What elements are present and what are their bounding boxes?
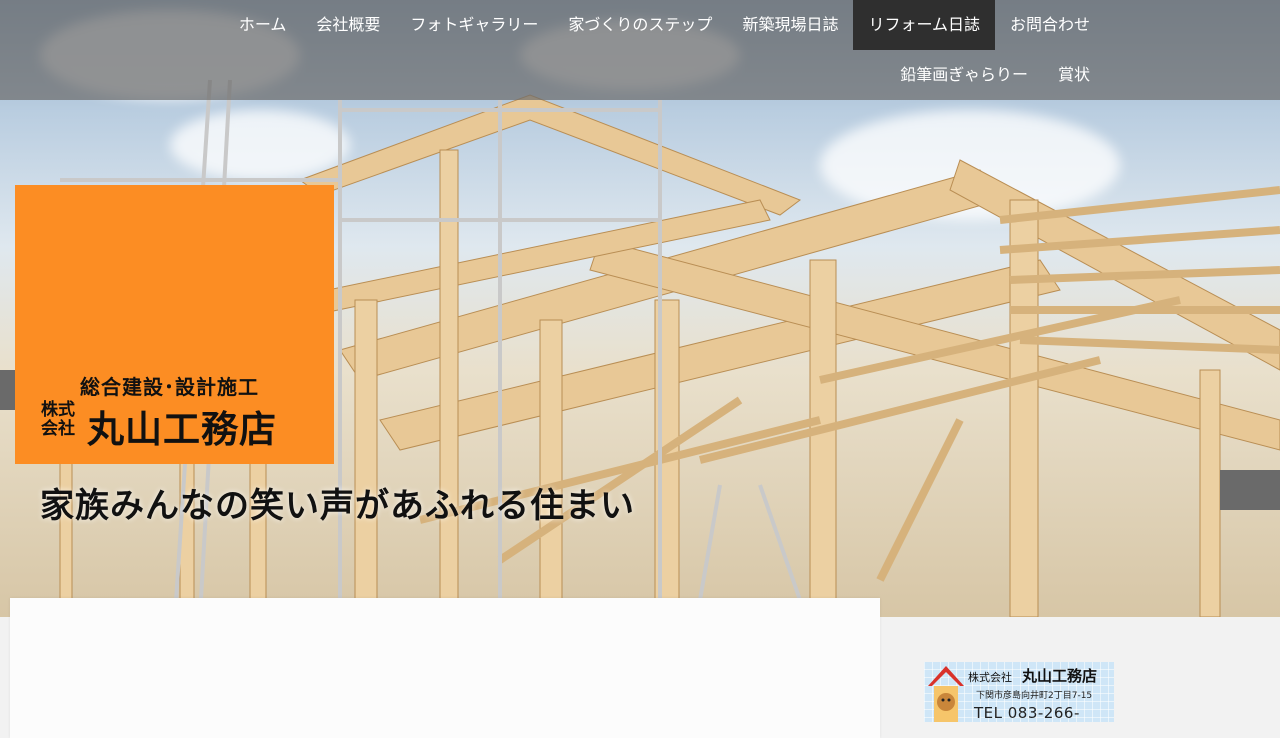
- logo-kabushiki: 株式会社: [41, 400, 75, 439]
- banner-kabushiki: 株式会社: [968, 671, 1012, 684]
- company-logo[interactable]: 総合建設･設計施工 株式会社 丸山工務店: [15, 185, 334, 464]
- main-nav: ホーム 会社概要 フォトギャラリー 家づくりのステップ 新築現場日誌 リフォーム…: [0, 0, 1280, 100]
- banner-tel: TEL 083-266-1587: [974, 704, 1080, 722]
- nav-item-pencil-gallery[interactable]: 鉛筆画ぎゃらりー: [885, 50, 1043, 100]
- nav-item-reform-diary[interactable]: リフォーム日誌: [853, 0, 995, 50]
- nav-row-2: 鉛筆画ぎゃらりー 賞状: [885, 50, 1105, 100]
- company-contact-banner[interactable]: 株式会社 丸山工務店 下関市彦島向井町2丁目7-15 TEL 083-266-1…: [924, 662, 1114, 722]
- nav-item-new-build-diary[interactable]: 新築現場日誌: [727, 0, 853, 50]
- hero-tagline: 家族みんなの笑い声があふれる住まい: [40, 486, 635, 526]
- nav-item-company[interactable]: 会社概要: [301, 0, 395, 50]
- nav-item-contact[interactable]: お問合わせ: [995, 0, 1105, 50]
- nav-item-awards[interactable]: 賞状: [1043, 50, 1105, 100]
- banner-address: 下関市彦島向井町2丁目7-15: [976, 691, 1093, 701]
- nav-item-home[interactable]: ホーム: [224, 0, 302, 50]
- nav-item-photo-gallery[interactable]: フォトギャラリー: [395, 0, 553, 50]
- nav-row-1: ホーム 会社概要 フォトギャラリー 家づくりのステップ 新築現場日誌 リフォーム…: [224, 0, 1105, 50]
- house-mascot-icon: [928, 666, 964, 722]
- main-content-panel: [10, 598, 880, 738]
- banner-company-name: 丸山工務店: [1022, 667, 1098, 685]
- logo-subtitle: 総合建設･設計施工: [80, 375, 259, 399]
- nav-item-house-steps[interactable]: 家づくりのステップ: [553, 0, 727, 50]
- logo-company-name: 丸山工務店: [87, 408, 277, 451]
